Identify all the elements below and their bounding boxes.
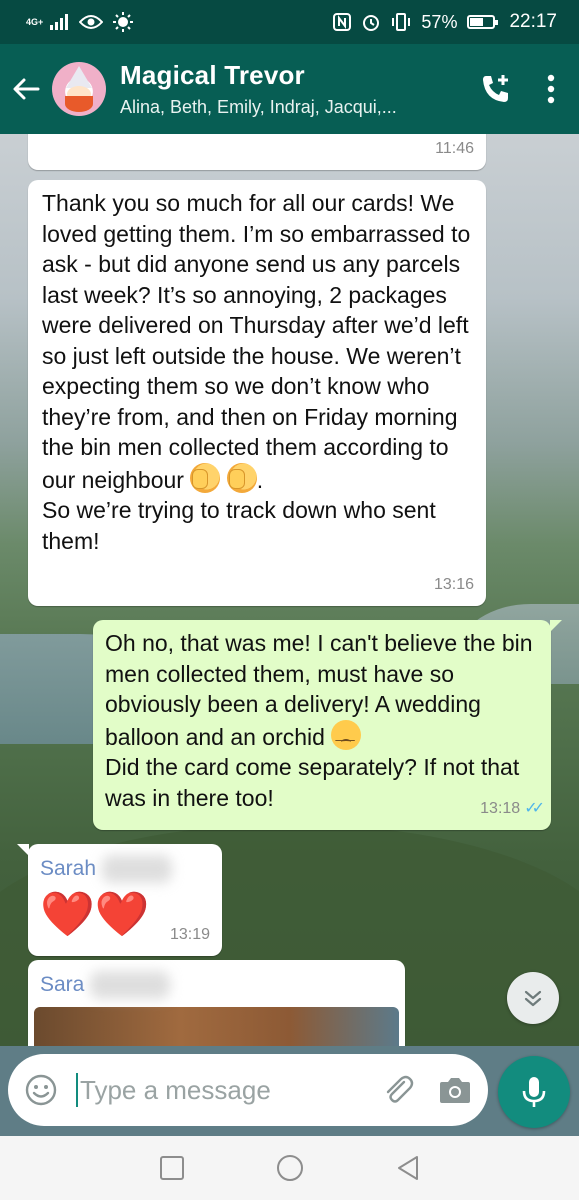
- back-button[interactable]: [0, 44, 52, 134]
- avatar-beard: [65, 96, 93, 112]
- nfc-icon: [333, 13, 352, 31]
- blurred-name: [102, 855, 173, 884]
- message-bubble-outgoing[interactable]: Oh no, that was me! I can't believe the …: [93, 620, 562, 830]
- message-bubble[interactable]: 11:46: [28, 134, 486, 170]
- sender-name[interactable]: Sarah: [40, 854, 173, 885]
- message-text-main: Thank you so much for all our cards! We …: [42, 190, 471, 493]
- battery-icon: [467, 15, 499, 29]
- alarm-icon: [363, 15, 380, 31]
- sad-relieved-emoji: [331, 719, 362, 754]
- message-time: 13:19: [169, 925, 210, 943]
- scroll-to-bottom-button[interactable]: [507, 972, 559, 1024]
- voice-message-button[interactable]: [498, 1056, 570, 1128]
- mic-icon: [522, 1077, 546, 1107]
- chat-info[interactable]: Magical Trevor Alina, Beth, Emily, Indra…: [120, 60, 479, 118]
- emoji-icon[interactable]: [24, 1073, 58, 1107]
- sender-name-text: Sara: [40, 973, 85, 996]
- read-ticks-icon: ✓✓: [524, 799, 545, 817]
- chat-title: Magical Trevor: [120, 60, 305, 90]
- double-chevron-down-icon: [524, 990, 542, 1007]
- group-avatar[interactable]: [52, 62, 106, 116]
- back-icon[interactable]: [395, 1154, 421, 1182]
- status-left: 4G+: [26, 12, 134, 32]
- wizard-hat-icon: [66, 66, 92, 88]
- attach-icon[interactable]: [380, 1072, 416, 1108]
- facepalm-emoji: [226, 462, 257, 493]
- chat-members: Alina, Beth, Emily, Indraj, Jacqui,...: [120, 97, 397, 117]
- status-right: 57% 22:17: [333, 11, 557, 33]
- composer-bar: Type a message: [0, 1046, 579, 1136]
- network-type: 4G+: [26, 16, 44, 27]
- sender-name-text: Sarah: [40, 857, 97, 880]
- message-bubble[interactable]: Thank you so much for all our cards! We …: [28, 180, 486, 606]
- message-input-container[interactable]: Type a message: [8, 1054, 488, 1126]
- message-text: Oh no, that was me! I can't believe the …: [105, 628, 539, 754]
- status-bar: 4G+ 57% 22:17: [0, 0, 579, 44]
- message-text-main: Oh no, that was me! I can't believe the …: [105, 630, 533, 750]
- eye-icon: [79, 15, 104, 29]
- blurred-name: [90, 971, 171, 1000]
- message-text: Thank you so much for all our cards! We …: [42, 188, 472, 495]
- message-text-second: Did the card come separately? If not tha…: [105, 754, 520, 811]
- image-message-bubble[interactable]: Sara: [28, 960, 405, 1046]
- sender-name[interactable]: Sara: [40, 970, 171, 1001]
- message-time: 11:46: [435, 139, 474, 157]
- recent-apps-icon[interactable]: [159, 1155, 185, 1181]
- message-time: 13:16: [433, 575, 474, 593]
- camera-icon[interactable]: [438, 1075, 472, 1105]
- signal-icon: [50, 14, 69, 30]
- facepalm-emoji: [190, 462, 221, 493]
- clock: 22:17: [509, 11, 557, 32]
- battery-fill: [470, 18, 484, 26]
- system-nav-bar: [0, 1136, 579, 1200]
- message-time: 13:18: [480, 799, 521, 817]
- more-vert-icon[interactable]: [547, 74, 555, 104]
- chat-area[interactable]: 11:46 Thank you so much for all our card…: [0, 134, 579, 1046]
- message-bubble[interactable]: Sarah ❤️❤️ 13:19: [17, 844, 222, 956]
- back-arrow-icon: [13, 78, 40, 100]
- header-actions: [479, 72, 555, 106]
- brightness-icon: [113, 12, 134, 32]
- message-status: 13:18 ✓✓: [480, 794, 545, 825]
- message-input[interactable]: Type a message: [76, 1073, 380, 1107]
- add-call-icon[interactable]: [479, 72, 513, 106]
- image-attachment[interactable]: [34, 1006, 399, 1046]
- vibrate-icon: [392, 13, 411, 31]
- home-icon[interactable]: [275, 1153, 305, 1183]
- message-text-end: .: [256, 466, 264, 493]
- chat-header: Magical Trevor Alina, Beth, Emily, Indra…: [0, 44, 579, 134]
- message-text-second: So we’re trying to track down who sent t…: [42, 497, 436, 554]
- battery-percent: 57%: [421, 11, 458, 32]
